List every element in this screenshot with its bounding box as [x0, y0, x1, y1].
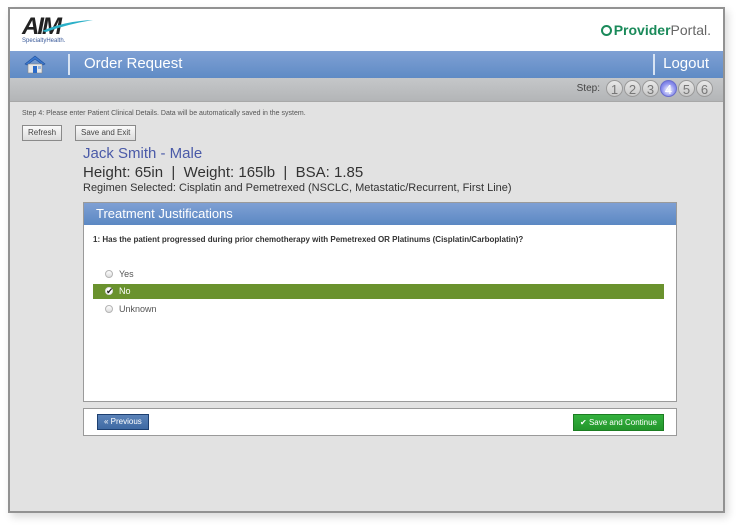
refresh-button[interactable]: Refresh [22, 125, 63, 141]
step-1[interactable]: 1 [606, 80, 623, 97]
nav-divider [68, 54, 70, 75]
top-bar: AIM SpecialtyHealth. ProviderPortal. [10, 9, 723, 51]
previous-button[interactable]: « Previous [97, 414, 149, 430]
patient-name: Jack Smith - Male [83, 145, 203, 162]
patient-vitals: Height: 65in | Weight: 165lb | BSA: 1.85 [83, 164, 364, 181]
option-unknown[interactable]: Unknown [93, 302, 664, 317]
step-label: Step: [576, 83, 600, 94]
save-continue-label: Save and Continue [588, 418, 657, 427]
treatment-justifications-panel: Treatment Justifications 1: Has the pati… [83, 202, 677, 402]
panel-title: Treatment Justifications [84, 203, 676, 225]
nav-footer: « Previous ✔ Save and Continue [83, 408, 677, 436]
step-indicator: Step: 1 2 3 4 5 6 [577, 80, 713, 97]
option-label: Yes [119, 269, 134, 279]
radio-checked-icon[interactable] [105, 284, 114, 299]
step-2[interactable]: 2 [624, 80, 641, 97]
save-and-continue-button[interactable]: ✔ Save and Continue [573, 414, 664, 431]
option-label: Unknown [119, 304, 157, 314]
logout-link[interactable]: Logout [663, 55, 709, 72]
page-title: Order Request [84, 55, 183, 72]
app-window: AIM SpecialtyHealth. ProviderPortal. Ord… [8, 7, 725, 513]
option-no-selected[interactable]: No [93, 284, 664, 299]
step-3[interactable]: 3 [642, 80, 659, 97]
regimen-selected: Regimen Selected: Cisplatin and Pemetrex… [83, 182, 512, 194]
option-yes[interactable]: Yes [93, 267, 664, 282]
nav-divider [653, 54, 655, 75]
step-bar: Step: 1 2 3 4 5 6 [10, 78, 723, 102]
logo-swoosh-icon [42, 20, 93, 32]
brand-bold: Provider [613, 22, 671, 38]
save-and-exit-button[interactable]: Save and Exit [75, 125, 137, 141]
home-icon[interactable] [24, 55, 46, 74]
provider-portal-brand: ProviderPortal. [600, 22, 711, 38]
checkmark-icon: ✔ [580, 418, 587, 427]
aim-logo: AIM SpecialtyHealth. [22, 15, 93, 47]
step-4-current[interactable]: 4 [660, 80, 677, 97]
portal-cursor-icon [600, 25, 612, 36]
nav-bar: Order Request Logout [10, 51, 723, 78]
step-6[interactable]: 6 [696, 80, 713, 97]
question-1: 1: Has the patient progressed during pri… [93, 235, 524, 244]
brand-light: Portal. [670, 22, 711, 38]
radio-icon[interactable] [105, 305, 113, 313]
logo-subtext: SpecialtyHealth. [22, 38, 66, 44]
step-5[interactable]: 5 [678, 80, 695, 97]
radio-icon[interactable] [105, 270, 113, 278]
option-label: No [119, 286, 131, 296]
step-instructions: Step 4: Please enter Patient Clinical De… [22, 110, 306, 117]
